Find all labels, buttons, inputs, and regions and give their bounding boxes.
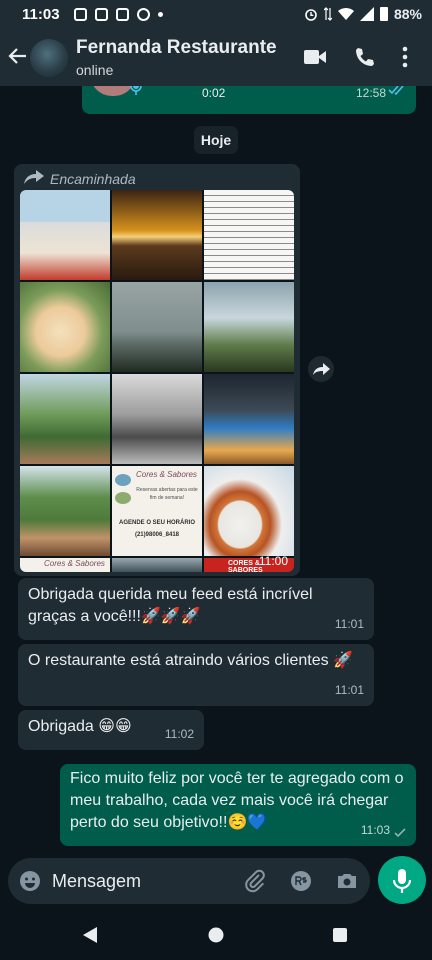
chat-icon [137,8,150,21]
flyer-reservations[interactable]: Cores & Sabores Reservas abertas para es… [112,466,202,556]
chat-area[interactable]: 0:02 12:58 Hoje Encaminhada Cores & Sabo… [0,86,432,856]
incoming-message[interactable]: O restaurante está atraindo vários clien… [18,644,374,706]
voice-message[interactable]: 0:02 12:58 [82,86,416,114]
share-button[interactable] [308,356,334,382]
forwarded-album[interactable]: Encaminhada Cores & Sabores Reservas abe… [14,164,300,576]
message-time: 11:01 [334,683,364,697]
photo-sea-clouds[interactable] [112,282,202,372]
message-time: 11:03 [360,823,390,837]
instagram-icon [116,8,129,21]
clock: 11:03 [22,6,60,23]
photo-sunset[interactable] [112,190,202,280]
message-composer[interactable]: Mensagem [8,858,370,904]
nav-back-icon[interactable] [82,926,98,944]
flyer-reservations-2[interactable]: Cores & Sabores [20,558,110,572]
image-grid[interactable]: Cores & Sabores Reservas abertas para es… [20,190,294,572]
mic-icon [392,869,412,893]
forwarded-label: Encaminhada [50,171,136,187]
sent-tick-icon [394,828,406,838]
flyer-phone: (21)98006_8418 [134,532,180,538]
back-arrow-icon[interactable] [8,46,28,66]
photo-night-lights[interactable] [204,374,294,464]
album-time: 11:00 [258,554,288,568]
photo-palm-umbrella[interactable] [204,282,294,372]
photo-garden-path[interactable] [20,466,110,556]
photo-drink[interactable] [20,282,110,372]
share-arrow-icon [313,363,330,375]
instagram-icon [95,8,108,21]
signal-icon [359,7,374,21]
more-options-icon[interactable] [402,46,408,68]
flyer-thumb [115,474,131,486]
photo-dark-landscape[interactable] [112,558,202,572]
message-text: O restaurante está atraindo vários clien… [28,652,353,669]
attach-icon[interactable] [243,869,267,893]
flyer-cta: AGENDE O SEU HORÁRIO [118,520,195,526]
status-bar: 11:03 88% [0,0,432,30]
alarm-icon [305,9,317,21]
message-time: 11:02 [164,727,194,741]
incoming-message[interactable]: Obrigada querida meu feed está incrível … [18,578,374,640]
data-arrows-icon [323,7,332,21]
emoji-icon[interactable] [18,869,42,893]
flyer-thumb [115,492,131,504]
flyer-line: Reservas abertas para este fim de semana… [136,487,198,501]
photo-bw-landscape[interactable] [112,374,202,464]
chat-header: Fernanda Restaurante online [0,30,432,86]
wifi-icon [337,7,354,21]
message-input[interactable]: Mensagem [52,871,141,892]
message-text: Fico muito feliz por você ter te agregad… [70,770,404,831]
contact-status: online [76,62,114,78]
read-receipt-icon [388,86,404,96]
photo-food-plate[interactable] [204,466,294,556]
nav-recents-icon[interactable] [332,927,348,943]
date-divider: Hoje [194,126,238,154]
battery-icon [379,7,388,21]
payment-icon[interactable] [289,869,313,893]
photo-menu-text[interactable] [204,190,294,280]
camera-icon[interactable] [335,869,359,893]
nav-home-icon[interactable] [207,926,225,944]
flyer-brand: Cores & Sabores [44,559,105,568]
message-time: 12:58 [355,86,386,100]
forward-icon [24,170,44,184]
message-text: Obrigada querida meu feed está incrível … [28,586,313,625]
voice-record-button[interactable] [378,856,426,904]
message-time: 11:01 [334,617,364,631]
voice-call-icon[interactable] [354,46,376,68]
gallery-icon [74,8,87,21]
battery-level: 88% [393,6,422,22]
message-text: Obrigada 😁😁 [28,718,132,735]
outgoing-message[interactable]: Fico muito feliz por você ter te agregad… [60,764,416,846]
photo-garden-tables[interactable] [20,374,110,464]
flyer-brand: Cores & Sabores [136,470,197,479]
incoming-message[interactable]: Obrigada 😁😁 11:02 [18,710,204,750]
mic-icon [130,86,142,95]
contact-avatar[interactable] [30,39,68,77]
video-call-icon[interactable] [303,46,327,68]
notification-icons [74,8,163,21]
photo-restaurant-terrace[interactable] [20,190,110,280]
voice-duration: 0:02 [202,86,226,100]
more-notifications-icon [158,12,163,17]
contact-name[interactable]: Fernanda Restaurante [76,37,277,59]
system-nav-bar [0,910,432,960]
